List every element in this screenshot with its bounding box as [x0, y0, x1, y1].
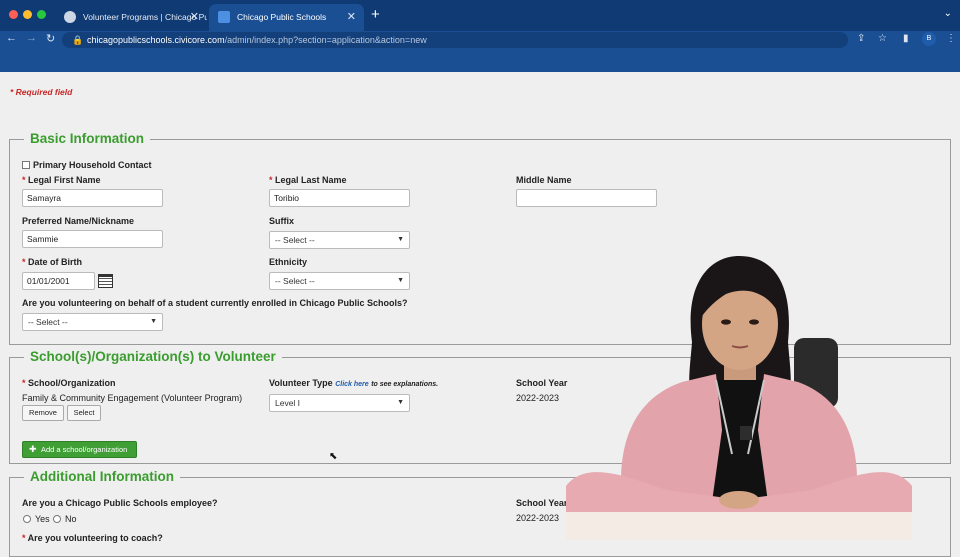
explanations-hint: to see explanations. [371, 381, 439, 388]
additional-school-year-label: School Year [516, 498, 568, 508]
add-school-button[interactable]: ✚ Add a school/organization [22, 441, 137, 458]
volunteer-type-label: Volunteer Type Click here to see explana… [269, 378, 439, 388]
presenter-video-overlay [566, 256, 912, 540]
ethnicity-label: Ethnicity [269, 257, 308, 267]
select-button[interactable]: Select [67, 405, 101, 421]
url-path: /admin/index.php?section=application&act… [224, 35, 427, 45]
coach-question-label: * Are you volunteering to coach? [22, 533, 163, 543]
dob-input[interactable]: 01/01/2001 [22, 272, 95, 290]
lock-icon: 🔒 [72, 35, 84, 45]
forward-icon[interactable]: → [26, 32, 37, 44]
employee-yes-radio[interactable] [23, 515, 31, 523]
reload-icon[interactable]: ↻ [46, 32, 55, 45]
ethnicity-select[interactable]: -- Select -- ▼ [269, 272, 410, 290]
profile-avatar[interactable]: B [922, 32, 936, 46]
school-year-label: School Year [516, 378, 568, 388]
last-name-label: * Legal Last Name [269, 175, 347, 185]
star-icon[interactable]: ☆ [878, 33, 887, 44]
share-icon[interactable]: ⇪ [857, 33, 865, 44]
school-year-value: 2022-2023 [516, 393, 560, 403]
url-bar[interactable]: 🔒 chicagopublicschools.civicore.com/admin… [62, 32, 848, 48]
employee-yes-label: Yes [35, 514, 50, 524]
mouse-cursor-icon: ⬉ [329, 451, 338, 462]
more-menu-icon[interactable]: ⋮ [946, 33, 956, 44]
employee-question-label: Are you a Chicago Public Schools employe… [22, 498, 218, 508]
last-name-input[interactable]: Toribio [269, 189, 410, 207]
maximize-window-icon[interactable] [37, 10, 46, 19]
back-icon[interactable]: ← [6, 32, 17, 44]
plus-icon: ✚ [29, 444, 37, 454]
dropdown-arrow-icon: ▼ [150, 318, 157, 325]
suffix-select[interactable]: -- Select -- ▼ [269, 231, 410, 249]
employee-no-label: No [65, 514, 77, 524]
suffix-value: -- Select -- [275, 235, 315, 245]
sidebar-icon[interactable]: ▮ [903, 33, 909, 44]
student-question-label: Are you volunteering on behalf of a stud… [22, 298, 408, 308]
student-value: -- Select -- [28, 317, 68, 327]
additional-school-year-value: 2022-2023 [516, 513, 560, 523]
primary-household-contact-checkbox[interactable] [22, 161, 30, 169]
section-title: School(s)/Organization(s) to Volunteer [24, 349, 282, 364]
dob-label: * Date of Birth [22, 257, 83, 267]
employee-no-radio[interactable] [53, 515, 61, 523]
calendar-icon[interactable] [98, 274, 113, 288]
first-name-input[interactable]: Samayra [22, 189, 163, 207]
nickname-input[interactable]: Sammie [22, 230, 163, 248]
minimize-window-icon[interactable] [23, 10, 32, 19]
tab-label: Volunteer Programs | Chicago Pu [83, 12, 207, 22]
dropdown-arrow-icon: ▼ [397, 399, 404, 406]
close-icon[interactable]: ✕ [190, 4, 199, 30]
address-toolbar: ← → ↻ 🔒 chicagopublicschools.civicore.com… [0, 31, 960, 48]
url-host: chicagopublicschools.civicore.com [87, 35, 225, 45]
middle-name-input[interactable] [516, 189, 657, 207]
ethnicity-value: -- Select -- [275, 276, 315, 286]
first-name-label: * Legal First Name [22, 175, 101, 185]
site-header [0, 48, 960, 72]
nickname-label: Preferred Name/Nickname [22, 216, 135, 226]
primary-household-contact-label: Primary Household Contact [33, 160, 152, 170]
middle-name-label: Middle Name [516, 175, 572, 185]
tab-label: Chicago Public Schools [237, 12, 327, 22]
explanations-link[interactable]: Click here [335, 381, 368, 388]
globe-icon [64, 11, 76, 23]
dropdown-arrow-icon: ▼ [397, 277, 404, 284]
browser-tab-bar: Volunteer Programs | Chicago Pu ✕ Chicag… [0, 0, 960, 31]
student-select[interactable]: -- Select -- ▼ [22, 313, 163, 331]
volunteer-type-select[interactable]: Level I ▼ [269, 394, 410, 412]
section-title: Additional Information [24, 469, 180, 484]
close-window-icon[interactable] [9, 10, 18, 19]
school-value: Family & Community Engagement (Volunteer… [22, 393, 243, 403]
cps-logo-icon [218, 11, 230, 23]
suffix-label: Suffix [269, 216, 295, 226]
close-icon[interactable]: ✕ [347, 4, 356, 30]
volunteer-type-value: Level I [275, 398, 301, 408]
tab-chicago-public-schools[interactable]: Chicago Public Schools ✕ [209, 4, 364, 31]
dropdown-arrow-icon: ▼ [397, 236, 404, 243]
add-school-label: Add a school/organization [41, 445, 128, 454]
section-title: Basic Information [24, 131, 151, 146]
chevron-down-icon[interactable]: ⌄ [944, 8, 952, 19]
remove-button[interactable]: Remove [22, 405, 64, 421]
school-label: * School/Organization [22, 378, 116, 388]
required-field-note: * Required field [10, 87, 73, 97]
new-tab-icon[interactable]: + [371, 6, 380, 23]
tab-volunteer-programs[interactable]: Volunteer Programs | Chicago Pu ✕ [55, 4, 207, 31]
